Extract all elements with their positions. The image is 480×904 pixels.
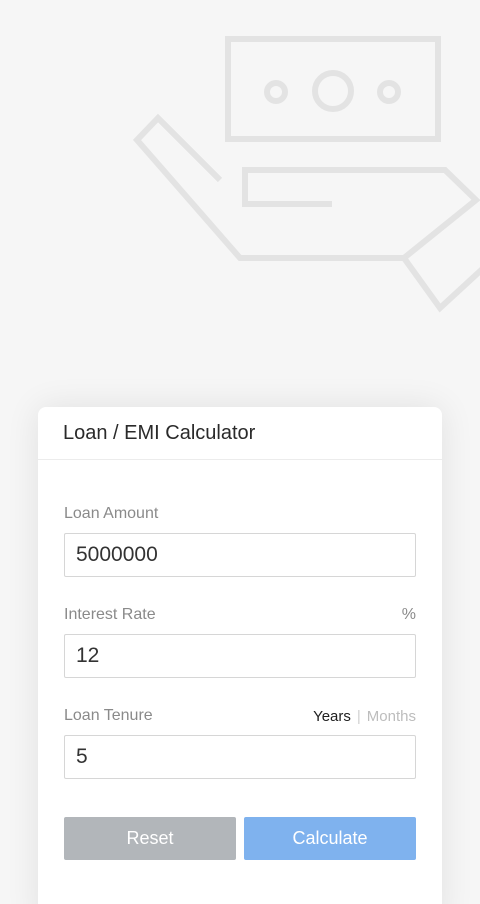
- tenure-unit-switch: Years | Months: [313, 708, 416, 725]
- percent-unit-label: %: [401, 606, 416, 623]
- card-title: Loan / EMI Calculator: [38, 407, 442, 460]
- interest-rate-input[interactable]: [64, 634, 416, 678]
- loan-tenure-input[interactable]: [64, 735, 416, 779]
- calculate-button[interactable]: Calculate: [244, 817, 416, 860]
- reset-button[interactable]: Reset: [64, 817, 236, 860]
- loan-tenure-label: Loan Tenure: [64, 707, 153, 724]
- tenure-months-option[interactable]: Months: [367, 708, 416, 725]
- tenure-years-option[interactable]: Years: [313, 708, 351, 725]
- hand-holding-money-icon: [132, 36, 480, 313]
- calculator-card: Loan / EMI Calculator Loan Amount Intere…: [38, 407, 442, 904]
- tenure-separator: |: [356, 708, 361, 725]
- emi-calculator-page: Loan / EMI Calculator Loan Amount Intere…: [0, 0, 480, 904]
- interest-rate-label: Interest Rate: [64, 606, 156, 623]
- loan-amount-label: Loan Amount: [64, 505, 159, 522]
- loan-amount-input[interactable]: [64, 533, 416, 577]
